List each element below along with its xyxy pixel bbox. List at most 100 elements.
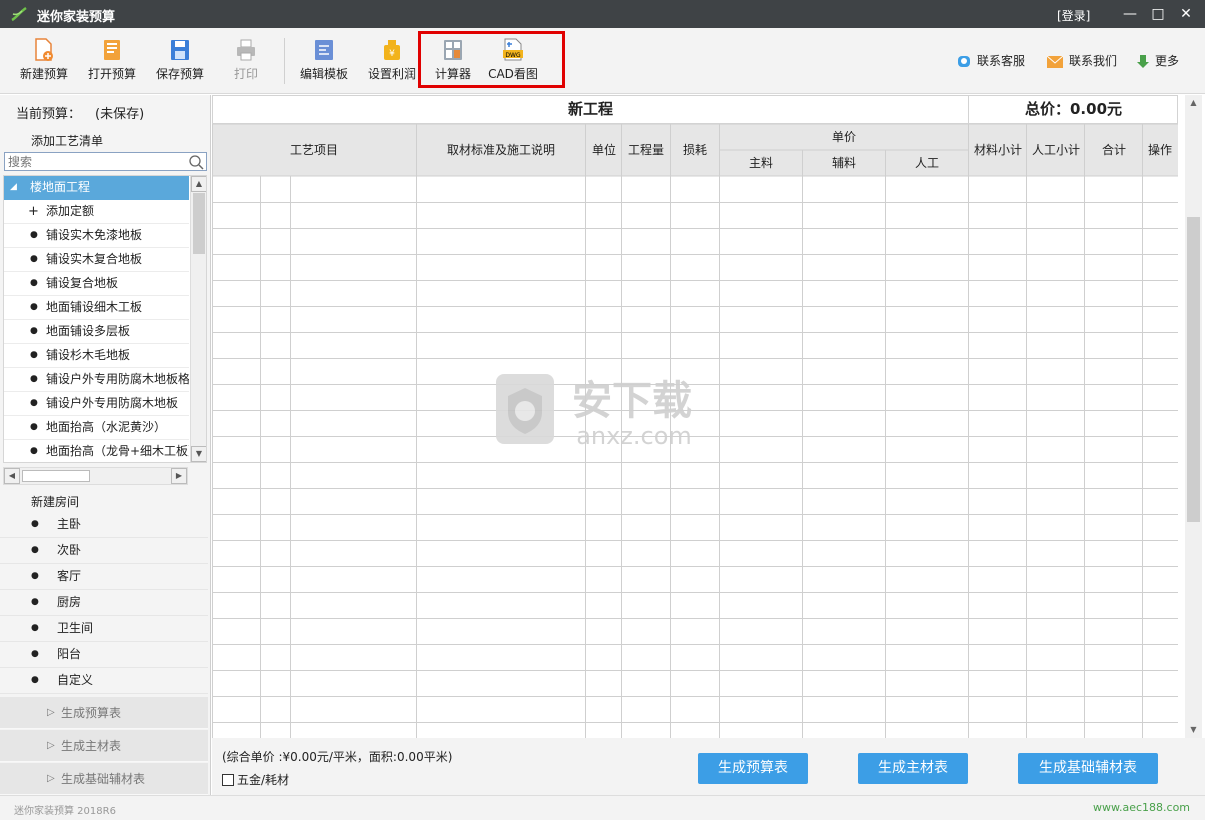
tree-category-floor[interactable]: ◢ 楼地面工程 bbox=[4, 176, 189, 200]
tree-item[interactable]: ● 铺设复合地板 bbox=[4, 272, 189, 296]
set-profit-button[interactable]: ¥ 设置利润 bbox=[364, 34, 420, 90]
scroll-thumb[interactable] bbox=[193, 193, 205, 254]
bullet-icon: ● bbox=[30, 278, 38, 288]
expand-triangle-icon: ▷ bbox=[47, 773, 55, 784]
bullet-icon: ● bbox=[31, 571, 39, 581]
print-button[interactable]: 打印 bbox=[222, 34, 270, 90]
col-standard: 取材标准及施工说明 bbox=[447, 142, 555, 157]
new-budget-label: 新建预算 bbox=[19, 67, 68, 81]
window-title: 迷你家装预算 bbox=[37, 10, 116, 25]
room-item[interactable]: ● 次卧 bbox=[0, 538, 208, 564]
scroll-right-icon[interactable]: ▶ bbox=[171, 468, 187, 484]
download-arrow-icon bbox=[1137, 54, 1149, 68]
toolbar-separator bbox=[284, 38, 285, 84]
table-vertical-scrollbar[interactable]: ▲ ▼ bbox=[1185, 95, 1202, 738]
tree-vertical-scrollbar[interactable]: ▲ ▼ bbox=[190, 176, 206, 462]
tree-item[interactable]: ● 铺设户外专用防腐木地板格 bbox=[4, 368, 189, 392]
generate-main-material-link[interactable]: ▷ 生成主材表 bbox=[0, 730, 208, 762]
generate-aux-material-link[interactable]: ▷ 生成基础辅材表 bbox=[0, 763, 208, 795]
scroll-thumb[interactable] bbox=[22, 470, 90, 482]
open-folder-icon bbox=[104, 40, 120, 60]
collapse-triangle-icon[interactable]: ◢ bbox=[10, 176, 17, 199]
scroll-left-icon[interactable]: ◀ bbox=[4, 468, 20, 484]
tree-item-add-quota[interactable]: + 添加定额 bbox=[4, 200, 189, 224]
bullet-icon: ● bbox=[30, 326, 38, 336]
status-bar: 迷你家装预算 2018R6 www.aec188.com bbox=[0, 795, 1205, 820]
room-item[interactable]: ● 客厅 bbox=[0, 564, 208, 590]
hardware-checkbox[interactable]: 五金/耗材 bbox=[222, 771, 289, 788]
bullet-icon: ● bbox=[30, 374, 38, 384]
col-aux-material: 辅料 bbox=[832, 156, 856, 170]
project-title: 新工程 bbox=[212, 95, 968, 124]
search-input[interactable] bbox=[5, 153, 185, 170]
tree-item[interactable]: ● 地面抬高（龙骨+细木工板） bbox=[4, 440, 189, 462]
mail-icon bbox=[1046, 55, 1064, 68]
bullet-icon: ● bbox=[31, 519, 39, 529]
new-room-title: 新建房间 bbox=[31, 495, 80, 509]
title-bar: 迷你家装预算 [登录] — □ ✕ bbox=[0, 0, 1205, 28]
generate-budget-link[interactable]: ▷ 生成预算表 bbox=[0, 697, 208, 729]
add-process-title: 添加工艺清单 bbox=[31, 134, 104, 148]
save-icon bbox=[171, 40, 189, 60]
col-loss: 损耗 bbox=[683, 143, 707, 157]
version-text: 迷你家装预算 2018R6 bbox=[14, 806, 116, 817]
checkbox-box[interactable] bbox=[222, 774, 234, 786]
tree-item[interactable]: ● 地面铺设多层板 bbox=[4, 320, 189, 344]
tree-item[interactable]: ● 铺设杉木毛地板 bbox=[4, 344, 189, 368]
tree-item[interactable]: ● 铺设实木复合地板 bbox=[4, 248, 189, 272]
bullet-icon: ● bbox=[30, 254, 38, 264]
scroll-down-icon[interactable]: ▼ bbox=[191, 446, 206, 462]
generate-aux-material-button[interactable]: 生成基础辅材表 bbox=[1018, 753, 1158, 784]
bullet-icon: ● bbox=[30, 446, 38, 456]
bullet-icon: ● bbox=[30, 302, 38, 312]
generate-budget-button[interactable]: 生成预算表 bbox=[698, 753, 808, 784]
search-icon[interactable] bbox=[188, 154, 204, 170]
contact-service-link[interactable]: 联系客服 bbox=[957, 52, 1025, 69]
col-action: 操作 bbox=[1148, 142, 1172, 157]
close-button[interactable]: ✕ bbox=[1176, 4, 1196, 24]
room-item[interactable]: ● 卫生间 bbox=[0, 616, 208, 642]
more-menu[interactable]: 更多 bbox=[1137, 52, 1179, 69]
room-item[interactable]: ● 自定义 bbox=[0, 668, 208, 694]
toolbar: 新建预算 打开预算 保存预算 打印 编辑模板 ¥ 设置利润 计算器 DWG CA… bbox=[0, 28, 1205, 94]
open-budget-button[interactable]: 打开预算 bbox=[84, 34, 140, 90]
svg-text:¥: ¥ bbox=[389, 49, 395, 59]
room-item[interactable]: ● 阳台 bbox=[0, 642, 208, 668]
new-file-icon bbox=[35, 38, 53, 61]
login-link[interactable]: [登录] bbox=[1057, 7, 1090, 24]
website-link[interactable]: www.aec188.com bbox=[1093, 801, 1190, 814]
bullet-icon: ● bbox=[31, 675, 39, 685]
scroll-up-icon[interactable]: ▲ bbox=[191, 176, 206, 192]
highlight-box bbox=[418, 31, 565, 88]
search-box[interactable] bbox=[4, 152, 207, 171]
contact-us-link[interactable]: 联系我们 bbox=[1046, 52, 1117, 69]
scroll-thumb[interactable] bbox=[1187, 217, 1200, 522]
new-budget-button[interactable]: 新建预算 bbox=[16, 34, 72, 90]
tree-item[interactable]: ● 地面抬高（水泥黄沙） bbox=[4, 416, 189, 440]
maximize-button[interactable]: □ bbox=[1148, 4, 1168, 24]
tree-item[interactable]: ● 铺设户外专用防腐木地板 bbox=[4, 392, 189, 416]
scroll-up-icon[interactable]: ▲ bbox=[1185, 95, 1202, 111]
plus-icon: + bbox=[28, 204, 39, 219]
scroll-down-icon[interactable]: ▼ bbox=[1185, 722, 1202, 738]
edit-template-icon bbox=[315, 40, 333, 60]
generate-main-material-button[interactable]: 生成主材表 bbox=[858, 753, 968, 784]
minimize-button[interactable]: — bbox=[1120, 4, 1140, 24]
total-price: 总价：0.00元 bbox=[968, 95, 1178, 124]
save-budget-label: 保存预算 bbox=[155, 67, 204, 81]
room-item[interactable]: ● 主卧 bbox=[0, 512, 208, 538]
tree-item[interactable]: ● 铺设实木免漆地板 bbox=[4, 224, 189, 248]
save-budget-button[interactable]: 保存预算 bbox=[152, 34, 208, 90]
chat-icon bbox=[958, 55, 970, 67]
expand-triangle-icon: ▷ bbox=[47, 707, 55, 718]
col-material-subtotal: 材料小计 bbox=[974, 143, 1022, 157]
room-item[interactable]: ● 厨房 bbox=[0, 590, 208, 616]
col-total: 合计 bbox=[1102, 142, 1126, 157]
open-budget-label: 打开预算 bbox=[87, 67, 136, 81]
app-logo-icon bbox=[11, 6, 27, 22]
tree-item[interactable]: ● 地面铺设细木工板 bbox=[4, 296, 189, 320]
tree-horizontal-scrollbar[interactable]: ◀ ▶ bbox=[3, 467, 188, 485]
col-craft: 工艺项目 bbox=[290, 143, 338, 157]
edit-template-button[interactable]: 编辑模板 bbox=[296, 34, 352, 90]
col-unit-price: 单价 bbox=[832, 130, 856, 144]
